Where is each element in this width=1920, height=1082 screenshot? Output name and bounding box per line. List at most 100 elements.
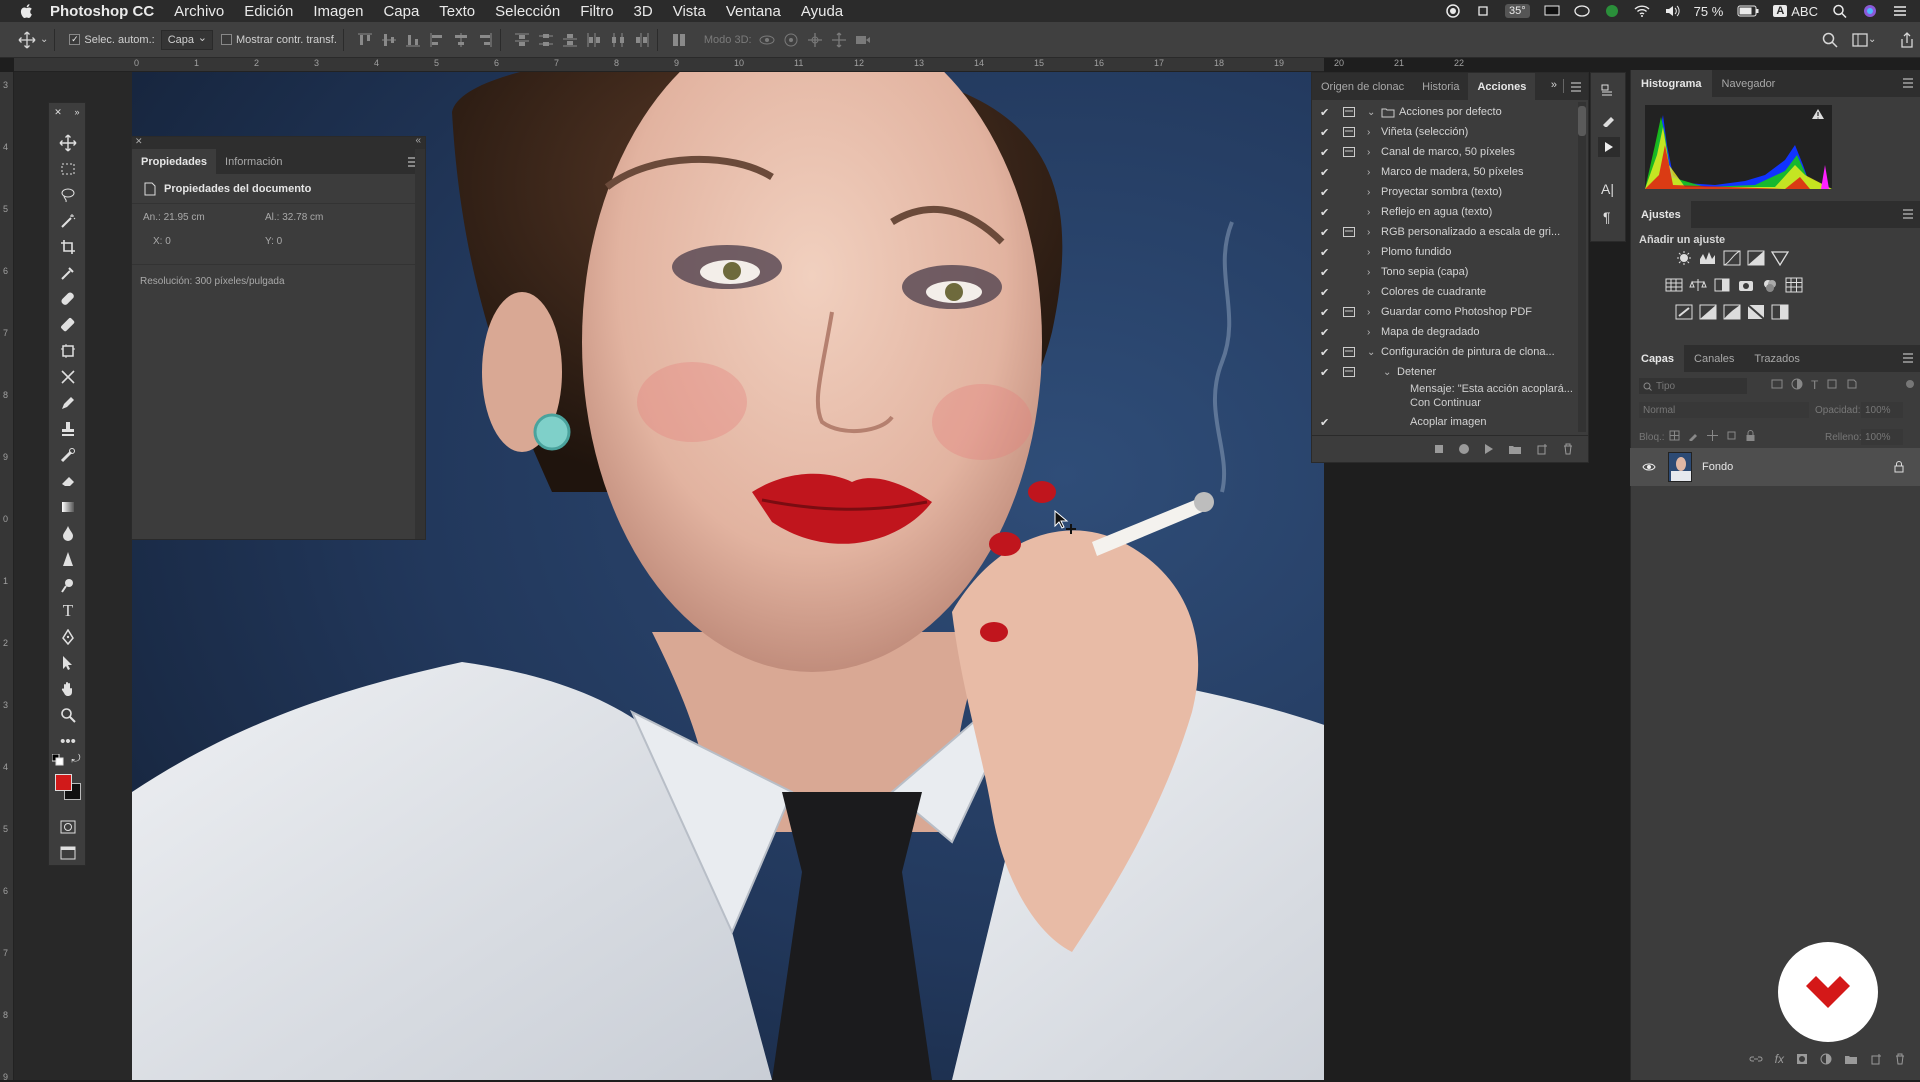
hue-saturation-icon[interactable] [1665, 277, 1683, 293]
chevron-right-icon[interactable]: › [1367, 267, 1377, 278]
trash-icon[interactable] [1562, 443, 1574, 455]
eyedropper-tool-icon[interactable] [58, 263, 78, 283]
check-icon[interactable]: ✔ [1320, 346, 1330, 359]
selective-color-icon[interactable] [1771, 304, 1789, 320]
align-hcenter-icon[interactable] [452, 31, 470, 49]
align-right-icon[interactable] [476, 31, 494, 49]
lock-position-icon[interactable] [1707, 430, 1718, 441]
filter-smart-object-icon[interactable] [1846, 378, 1858, 390]
x-value[interactable]: X: 0 [153, 236, 171, 247]
channel-mixer-icon[interactable] [1761, 277, 1779, 293]
chevron-down-icon[interactable]: ⌄ [1367, 347, 1377, 358]
dialog-toggle-empty[interactable] [1343, 167, 1355, 177]
action-row[interactable]: ✔ › Canal de marco, 50 píxeles [1312, 142, 1574, 162]
chevron-right-icon[interactable]: › [1367, 327, 1377, 338]
align-left-icon[interactable] [428, 31, 446, 49]
3d-slide-icon[interactable] [830, 31, 848, 49]
marquee-tool-icon[interactable] [58, 159, 78, 179]
stamp-tool-icon[interactable] [58, 419, 78, 439]
auto-select-target-dropdown[interactable]: Capa [160, 29, 214, 50]
action-row[interactable]: ✔ › Guardar como Photoshop PDF [1312, 302, 1574, 322]
tab-channels[interactable]: Canales [1684, 345, 1744, 372]
move-tool-preset-icon[interactable] [16, 29, 38, 51]
collapse-panel-icon[interactable]: « [415, 135, 421, 146]
panel-menu-icon[interactable] [1902, 353, 1914, 363]
sync-icon[interactable] [1604, 4, 1620, 18]
delete-layer-icon[interactable] [1894, 1053, 1906, 1065]
panel-menu-icon[interactable] [1902, 78, 1914, 88]
spotlight-search-icon[interactable] [1832, 4, 1848, 18]
dialog-toggle-icon[interactable] [1343, 307, 1355, 317]
filter-shape-icon[interactable] [1826, 378, 1838, 390]
dialog-toggle-empty[interactable] [1343, 287, 1355, 297]
check-icon[interactable]: ✔ [1320, 416, 1330, 429]
lock-all-icon[interactable] [1745, 430, 1756, 441]
history-brush-tool-icon[interactable] [58, 367, 78, 387]
scrollbar[interactable] [415, 149, 425, 539]
action-row[interactable]: ✔ › Reflejo en agua (texto) [1312, 202, 1574, 222]
action-set-row[interactable]: ✔ ⌄ Acciones por defecto [1312, 102, 1574, 122]
align-vcenter-icon[interactable] [380, 31, 398, 49]
lasso-tool-icon[interactable] [58, 185, 78, 205]
temperature-badge[interactable]: 35° [1505, 4, 1530, 18]
record-icon[interactable] [1458, 443, 1470, 455]
action-row[interactable]: ✔ › Plomo fundido [1312, 242, 1574, 262]
chevron-right-icon[interactable]: › [1367, 227, 1377, 238]
action-step-row[interactable]: ✔ Acoplar imagen [1312, 412, 1574, 432]
action-row[interactable]: ✔ › Marco de madera, 50 píxeles [1312, 162, 1574, 182]
new-set-folder-icon[interactable] [1508, 444, 1522, 455]
workspace-chevron-icon[interactable]: ⌄ [1868, 34, 1876, 45]
paragraph-icon[interactable]: ¶ [1603, 209, 1611, 225]
check-icon[interactable]: ✔ [1320, 186, 1330, 199]
display-icon[interactable] [1544, 4, 1560, 18]
panel-grip[interactable]: ✕ « [132, 135, 425, 149]
tab-history[interactable]: Historia [1413, 73, 1468, 100]
check-icon[interactable]: ✔ [1320, 206, 1330, 219]
action-row[interactable]: ✔ › Proyectar sombra (texto) [1312, 182, 1574, 202]
new-layer-icon[interactable] [1870, 1053, 1882, 1065]
curves-icon[interactable] [1723, 250, 1741, 266]
lock-artboard-icon[interactable] [1726, 430, 1737, 441]
record-icon[interactable] [1445, 4, 1461, 18]
tab-properties[interactable]: Propiedades [132, 149, 217, 174]
gradient-tool-icon[interactable] [58, 497, 78, 517]
check-icon[interactable]: ✔ [1320, 226, 1330, 239]
check-icon[interactable]: ✔ [1320, 286, 1330, 299]
pen-tool-icon[interactable] [58, 627, 78, 647]
action-row[interactable]: ✔ ⌄ Configuración de pintura de clona... [1312, 342, 1574, 362]
tab-information[interactable]: Información [216, 149, 291, 174]
chevron-right-icon[interactable]: › [1367, 167, 1377, 178]
path-selection-tool-icon[interactable] [58, 653, 78, 673]
dialog-toggle-icon[interactable] [1343, 227, 1355, 237]
link-layers-icon[interactable] [1749, 1054, 1763, 1064]
menu-imagen[interactable]: Imagen [313, 3, 363, 20]
posterize-icon[interactable] [1699, 304, 1717, 320]
scrollbar-thumb[interactable] [1578, 106, 1586, 136]
chevron-right-icon[interactable]: › [1367, 287, 1377, 298]
height-value[interactable]: Al.: 32.78 cm [265, 212, 323, 223]
check-icon[interactable]: ✔ [1320, 126, 1330, 139]
warning-icon[interactable] [1811, 108, 1825, 120]
clone-stamp-tool-icon[interactable] [58, 341, 78, 361]
creative-cloud-icon[interactable] [1574, 4, 1590, 18]
layer-row[interactable]: Fondo [1630, 448, 1920, 486]
default-colors-icon[interactable] [52, 754, 64, 766]
close-panel-icon[interactable]: ✕ [53, 107, 63, 117]
chevron-right-icon[interactable]: › [1367, 187, 1377, 198]
chevron-right-icon[interactable]: › [1367, 127, 1377, 138]
action-row[interactable]: ✔ › RGB personalizado a escala de gri... [1312, 222, 1574, 242]
exposure-icon[interactable] [1747, 250, 1765, 266]
3d-orbit-icon[interactable] [758, 31, 776, 49]
healing-brush-tool-icon[interactable] [58, 289, 78, 309]
expand-panel-icon[interactable]: » [1551, 79, 1557, 100]
check-icon[interactable]: ✔ [1320, 306, 1330, 319]
expand-panel-icon[interactable]: » [71, 107, 83, 117]
magic-wand-tool-icon[interactable] [58, 211, 78, 231]
brush-settings-icon[interactable] [1600, 111, 1618, 127]
siri-icon[interactable] [1862, 4, 1878, 18]
check-icon[interactable]: ✔ [1320, 326, 1330, 339]
play-icon[interactable] [1484, 443, 1494, 455]
layer-thumbnail[interactable] [1668, 452, 1692, 482]
distribute-top-icon[interactable] [513, 31, 531, 49]
3d-pan-icon[interactable] [806, 31, 824, 49]
